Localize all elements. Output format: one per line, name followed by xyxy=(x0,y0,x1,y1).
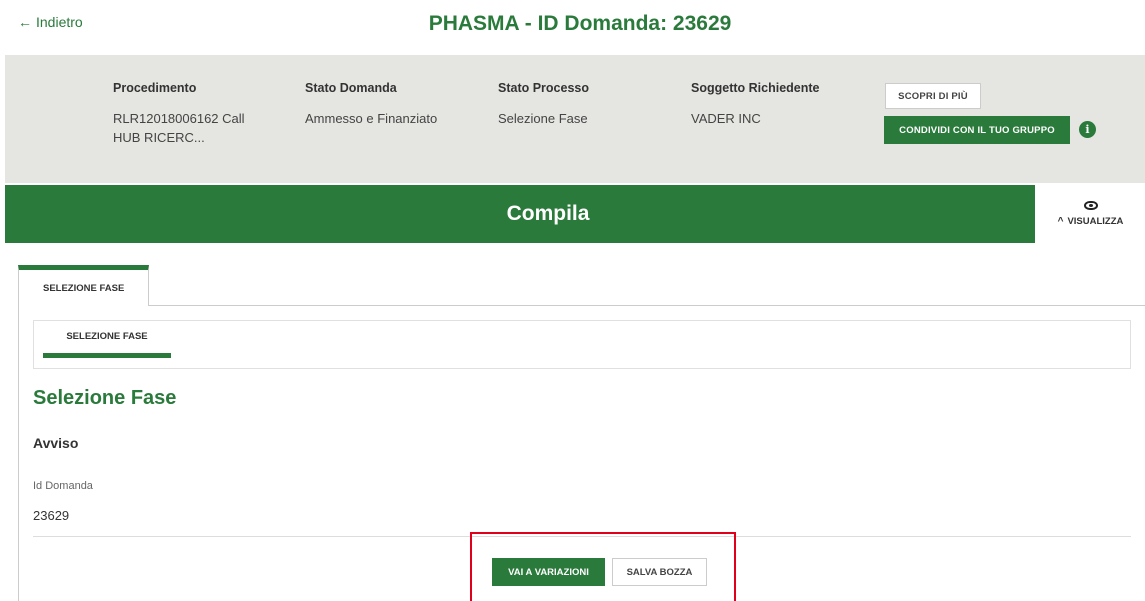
subtab-container: SELEZIONE FASE xyxy=(33,320,1131,369)
soggetto-column: Soggetto Richiedente VADER INC xyxy=(691,81,861,128)
visualizza-toggle[interactable]: ^ VISUALIZZA xyxy=(1036,185,1145,243)
eye-icon xyxy=(1083,201,1098,210)
compila-bar: Compila xyxy=(5,185,1035,243)
id-domanda-value: 23629 xyxy=(33,508,70,523)
page-title: PHASMA - ID Domanda: 23629 xyxy=(428,12,732,35)
soggetto-value: VADER INC xyxy=(691,111,761,126)
visualizza-label: VISUALIZZA xyxy=(1067,216,1124,227)
section-title: Selezione Fase xyxy=(33,387,177,409)
tab-selezione-fase[interactable]: SELEZIONE FASE xyxy=(18,265,149,306)
stato-domanda-value: Ammesso e Finanziato xyxy=(305,111,438,126)
section-subtitle: Avviso xyxy=(33,435,79,451)
info-icon[interactable]: i xyxy=(1079,121,1096,138)
stato-domanda-column: Stato Domanda Ammesso e Finanziato xyxy=(305,81,475,128)
top-bar: ← Indietro PHASMA - ID Domanda: 23629 xyxy=(0,0,1145,55)
vai-a-variazioni-button[interactable]: VAI A VARIAZIONI xyxy=(492,558,605,586)
condividi-gruppo-button[interactable]: CONDIVIDI CON IL TUO GRUPPO xyxy=(884,116,1070,144)
stato-processo-column: Stato Processo Selezione Fase xyxy=(498,81,668,128)
procedimento-value-line1: RLR12018006162 Call xyxy=(113,111,245,126)
scopri-di-piu-button[interactable]: SCOPRI DI PIÙ xyxy=(885,83,981,109)
subtab-active-indicator xyxy=(43,353,171,358)
procedimento-label: Procedimento xyxy=(113,81,197,95)
stato-processo-label: Stato Processo xyxy=(498,81,590,95)
info-panel: Procedimento RLR12018006162 Call HUB RIC… xyxy=(5,55,1145,183)
stato-domanda-label: Stato Domanda xyxy=(305,81,397,95)
subtab-selezione-fase[interactable]: SELEZIONE FASE xyxy=(43,331,171,342)
chevron-up-icon: ^ xyxy=(1057,216,1064,227)
id-domanda-label: Id Domanda xyxy=(33,480,93,492)
procedimento-value-line2: HUB RICERC... xyxy=(113,130,205,145)
main-content: SELEZIONE FASE Selezione Fase Avviso Id … xyxy=(18,305,1145,601)
procedimento-column: Procedimento RLR12018006162 Call HUB RIC… xyxy=(113,81,283,147)
salva-bozza-button[interactable]: SALVA BOZZA xyxy=(612,558,707,586)
stato-processo-value: Selezione Fase xyxy=(498,111,588,126)
soggetto-label: Soggetto Richiedente xyxy=(691,81,820,95)
